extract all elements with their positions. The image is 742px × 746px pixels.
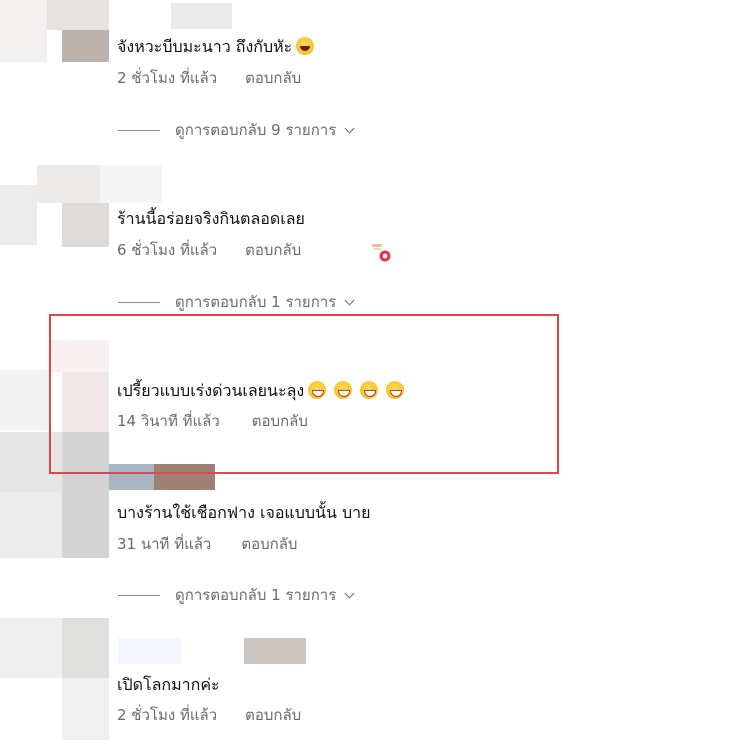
comment-meta: 31 นาที ที่แล้ว ตอบกลับ [117, 534, 297, 554]
comment-timestamp: 2 ชั่วโมง ที่แล้ว [117, 706, 218, 724]
divider-line [118, 301, 160, 303]
comment-meta: 2 ชั่วโมง ที่แล้ว ตอบกลับ [117, 68, 301, 88]
chevron-down-icon [344, 123, 355, 133]
reply-button[interactable]: ตอบกลับ [245, 69, 301, 87]
comment-text: เปิดโลกมากค่ะ [117, 675, 220, 694]
view-replies-label: ดูการตอบกลับ 9 รายการ [175, 121, 337, 139]
comment-text: บางร้านใช้เชือกฟาง เจอแบบนั้น บาย [117, 503, 371, 522]
blurred-avatar [0, 0, 47, 62]
reply-button[interactable]: ตอบกลับ [241, 535, 297, 553]
blurred-avatar [62, 203, 109, 247]
blurred-avatar [62, 678, 109, 740]
blurred-avatar [100, 165, 162, 203]
chevron-down-icon [344, 588, 355, 598]
view-replies-button[interactable]: ดูการตอบกลับ 1 รายการ [118, 292, 355, 312]
view-replies-label: ดูการตอบกลับ 1 รายการ [175, 293, 337, 311]
blurred-avatar [62, 30, 109, 62]
view-replies-button[interactable]: ดูการตอบกลับ 1 รายการ [118, 585, 355, 605]
divider-line [118, 594, 160, 596]
comment-text: ร้านนี้อร่อยจริงกินตลอดเลย [117, 209, 305, 228]
blurred-username [118, 638, 181, 664]
blurred-avatar [0, 370, 49, 430]
laughing-face-emoji-icon [296, 37, 315, 55]
comment-timestamp: 2 ชั่วโมง ที่แล้ว [117, 69, 218, 87]
divider-line [118, 129, 160, 131]
highlight-box [49, 314, 559, 474]
blurred-avatar [47, 0, 109, 30]
view-replies-label: ดูการตอบกลับ 1 รายการ [175, 586, 337, 604]
blurred-avatar [0, 185, 37, 245]
comment-meta: 2 ชั่วโมง ที่แล้ว ตอบกลับ [117, 705, 301, 725]
blurred-username [244, 638, 306, 664]
chevron-down-icon [344, 295, 355, 305]
blurred-avatar [0, 618, 62, 678]
comment-timestamp: 6 ชั่วโมง ที่แล้ว [117, 241, 218, 259]
reaction-heart-icon[interactable] [370, 241, 392, 263]
blurred-avatar [62, 618, 109, 678]
comment-meta: 6 ชั่วโมง ที่แล้ว ตอบกลับ [117, 240, 301, 260]
reply-button[interactable]: ตอบกลับ [245, 241, 301, 259]
comment-timestamp: 31 นาที ที่แล้ว [117, 535, 212, 553]
blurred-avatar [0, 492, 62, 558]
view-replies-button[interactable]: ดูการตอบกลับ 9 รายการ [118, 120, 355, 140]
comment-text: จังหวะบีบมะนาว ถึงกับหัะ [117, 37, 315, 57]
blurred-username [171, 3, 232, 29]
reply-button[interactable]: ตอบกลับ [245, 706, 301, 724]
blurred-avatar [37, 165, 100, 203]
